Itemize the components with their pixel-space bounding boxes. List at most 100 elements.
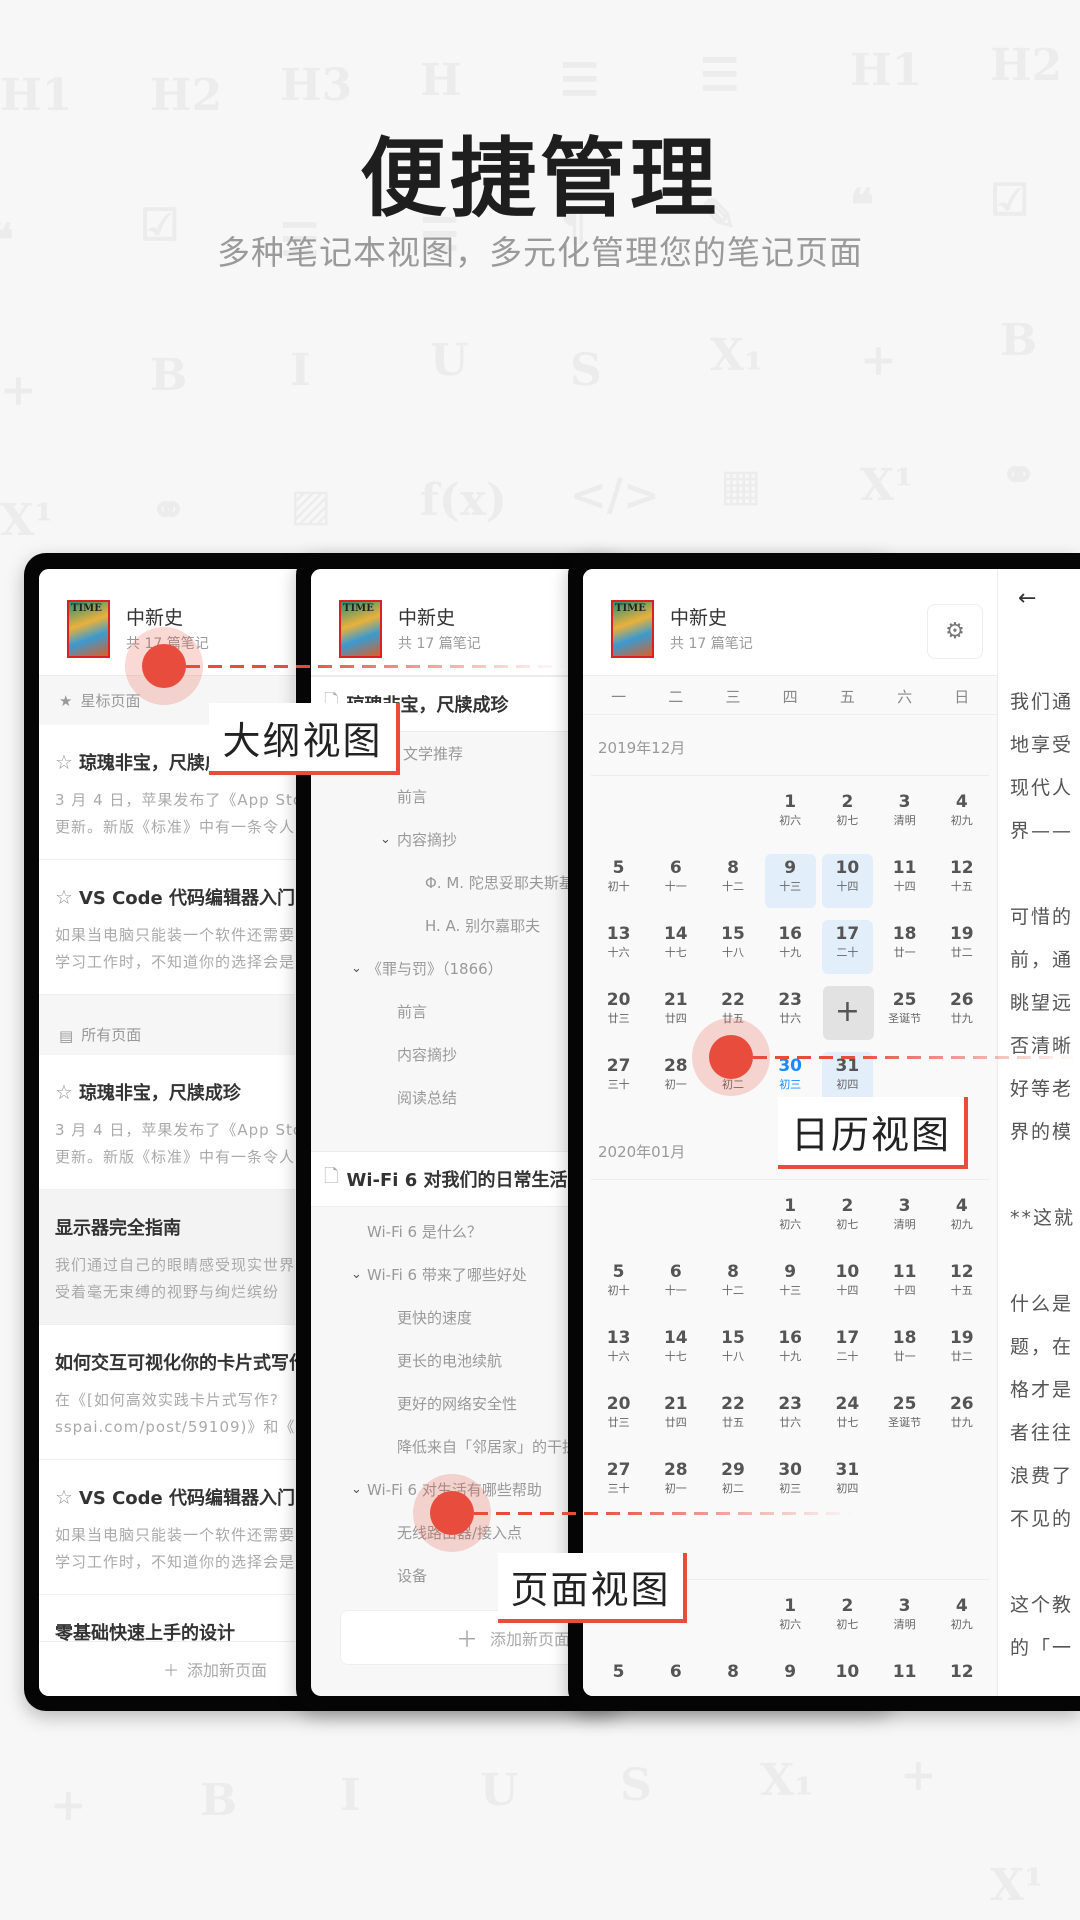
star-outline-icon[interactable]: ☆ xyxy=(55,885,73,909)
calendar-day[interactable]: 2 初七 xyxy=(819,1186,876,1252)
lunar-date: 初六 xyxy=(779,1618,802,1631)
calendar-day[interactable]: 12 十五 xyxy=(933,1252,990,1318)
calendar-day[interactable]: 5 xyxy=(590,1652,647,1696)
calendar-day[interactable]: 28 初一 xyxy=(647,1450,704,1516)
chevron-down-icon[interactable]: ⌄ xyxy=(380,832,391,847)
outline-item-label: 设备 xyxy=(397,1567,428,1585)
calendar-day[interactable]: 18 廿一 xyxy=(876,1318,933,1384)
calendar-day[interactable]: 10 十四 xyxy=(819,1252,876,1318)
calendar-day[interactable]: 12 xyxy=(933,1652,990,1696)
calendar-day[interactable]: 24 廿七 xyxy=(819,1384,876,1450)
calendar-day[interactable]: 10 十四 xyxy=(819,848,876,914)
calendar-day[interactable]: 30 初三 xyxy=(762,1450,819,1516)
calendar-day[interactable]: 4 初九 xyxy=(933,1586,990,1652)
calendar-day[interactable]: 8 xyxy=(704,1652,761,1696)
day-number: 3 xyxy=(898,1596,911,1616)
lunar-date: 廿一 xyxy=(893,1350,916,1363)
background-glyph: S xyxy=(570,345,602,396)
page-list-item[interactable]: ☆ VS Code 代码编辑器入门 如果当电脑只能装一个软件还需要 学习工作时，不知道… xyxy=(39,1460,295,1595)
lunar-date: 初九 xyxy=(950,814,973,827)
calendar-day[interactable]: 19 廿二 xyxy=(933,914,990,980)
calendar-day[interactable]: 31 初四 xyxy=(819,1450,876,1516)
page-snippet: 如果当电脑只能装一个软件还需要 学习工作时，不知道你的选择会是 xyxy=(55,922,294,976)
calendar-day[interactable]: 11 十四 xyxy=(876,1252,933,1318)
calendar-day[interactable]: 13 十六 xyxy=(590,1318,647,1384)
lunar-date: 廿六 xyxy=(779,1012,802,1025)
background-glyph: I xyxy=(340,1770,361,1821)
calendar-day[interactable]: 16 十九 xyxy=(762,914,819,980)
calendar-day[interactable]: 17 二十 xyxy=(819,914,876,980)
calendar-day[interactable]: 26 廿九 xyxy=(933,980,990,1046)
calendar-day[interactable]: 5 初十 xyxy=(590,1252,647,1318)
chevron-down-icon[interactable]: ⌄ xyxy=(351,1267,362,1282)
calendar-day[interactable]: 9 十三 xyxy=(762,1252,819,1318)
calendar-day[interactable]: 20 廿三 xyxy=(590,1384,647,1450)
calendar-day[interactable]: 16 十九 xyxy=(762,1318,819,1384)
day-number: 25 xyxy=(892,1394,917,1414)
calendar-day[interactable]: 1 初六 xyxy=(762,1586,819,1652)
calendar-day[interactable]: 14 十七 xyxy=(647,1318,704,1384)
calendar-day[interactable]: 8 十二 xyxy=(704,848,761,914)
calendar-day[interactable]: 22 廿五 xyxy=(704,1384,761,1450)
page-list-item[interactable]: ☆ VS Code 代码编辑器入门 如果当电脑只能装一个软件还需要 学习工作时，不知道… xyxy=(39,860,295,995)
calendar-day[interactable]: 11 xyxy=(876,1652,933,1696)
outline-item-label: 更长的电池续航 xyxy=(397,1352,503,1370)
add-note-button[interactable]: + xyxy=(819,980,876,1046)
calendar-day[interactable]: 19 廿二 xyxy=(933,1318,990,1384)
calendar-day[interactable]: 27 三十 xyxy=(590,1450,647,1516)
background-glyph: ☰ xyxy=(560,55,600,106)
calendar-day[interactable]: 18 廿一 xyxy=(876,914,933,980)
calendar-day[interactable]: 8 十二 xyxy=(704,1252,761,1318)
day-number: 12 xyxy=(949,1662,974,1682)
calendar-day[interactable]: 25 圣诞节 xyxy=(876,980,933,1046)
calendar-day[interactable]: 4 初九 xyxy=(933,1186,990,1252)
page-list-item[interactable]: ☆ 琼瑰非宝，尺牍成珍 3 月 4 日，苹果发布了《App Store 更新。新版《标… xyxy=(39,1055,319,1190)
calendar-day[interactable]: 17 二十 xyxy=(819,1318,876,1384)
calendar-day[interactable]: 6 十一 xyxy=(647,848,704,914)
calendar-day[interactable]: 26 廿九 xyxy=(933,1384,990,1450)
calendar-day[interactable]: 5 初十 xyxy=(590,848,647,914)
calendar-day[interactable]: 10 xyxy=(819,1652,876,1696)
calendar-day[interactable]: 23 廿六 xyxy=(762,980,819,1046)
calendar-day[interactable]: 27 三十 xyxy=(590,1046,647,1112)
calendar-day[interactable]: 4 初九 xyxy=(933,782,990,848)
background-glyph: H2 xyxy=(990,40,1063,91)
page-list-item[interactable]: 显示器完全指南 我们通过自己的眼睛感受现实世界 受着毫无束缚的视野与绚烂缤纷 xyxy=(39,1190,295,1325)
chevron-down-icon[interactable]: ⌄ xyxy=(351,961,362,976)
calendar-day[interactable]: 1 初六 xyxy=(762,782,819,848)
calendar-day[interactable]: 15 十八 xyxy=(704,914,761,980)
outline-item-label: Wi-Fi 6 带来了哪些好处 xyxy=(367,1266,527,1284)
calendar-day[interactable]: 3 清明 xyxy=(876,782,933,848)
calendar-day[interactable]: 2 初七 xyxy=(819,1586,876,1652)
calendar-day[interactable]: 14 十七 xyxy=(647,914,704,980)
calendar-day[interactable]: 11 十四 xyxy=(876,848,933,914)
calendar-day[interactable]: 21 廿四 xyxy=(647,1384,704,1450)
calendar-day[interactable]: 25 圣诞节 xyxy=(876,1384,933,1450)
calendar-day[interactable]: 21 廿四 xyxy=(647,980,704,1046)
calendar-day[interactable]: 15 十八 xyxy=(704,1318,761,1384)
lunar-date: 十八 xyxy=(721,1350,744,1363)
settings-button[interactable]: ⚙ xyxy=(927,604,983,659)
calendar-day[interactable]: 20 廿三 xyxy=(590,980,647,1046)
content-line: 地享受 xyxy=(1010,734,1074,756)
calendar-day[interactable]: 12 十五 xyxy=(933,848,990,914)
star-outline-icon[interactable]: ☆ xyxy=(55,1080,73,1104)
add-page-button[interactable]: ＋ 添加新页面 xyxy=(39,1641,295,1696)
calendar-day[interactable]: 9 十三 xyxy=(762,848,819,914)
calendar-day[interactable]: 2 初七 xyxy=(819,782,876,848)
calendar-day[interactable]: 3 清明 xyxy=(876,1186,933,1252)
calendar-day[interactable]: 13 十六 xyxy=(590,914,647,980)
calendar-day[interactable]: 6 xyxy=(647,1652,704,1696)
calendar-day[interactable]: 6 十一 xyxy=(647,1252,704,1318)
calendar-day[interactable]: 1 初六 xyxy=(762,1186,819,1252)
star-outline-icon[interactable]: ☆ xyxy=(55,1485,73,1509)
calendar-day[interactable]: 23 廿六 xyxy=(762,1384,819,1450)
chevron-down-icon[interactable]: ⌄ xyxy=(351,1482,362,1497)
day-number: 6 xyxy=(669,1262,682,1282)
calendar-day[interactable]: 29 初二 xyxy=(704,1450,761,1516)
star-outline-icon[interactable]: ☆ xyxy=(55,750,73,774)
calendar-day[interactable]: 9 xyxy=(762,1652,819,1696)
arrow-left-icon[interactable]: ← xyxy=(1018,586,1036,611)
calendar-day[interactable]: 3 清明 xyxy=(876,1586,933,1652)
page-list-item[interactable]: 如何交互可视化你的卡片式写作 在《[如何高效实践卡片式写作? sspai.com/p… xyxy=(39,1325,307,1460)
